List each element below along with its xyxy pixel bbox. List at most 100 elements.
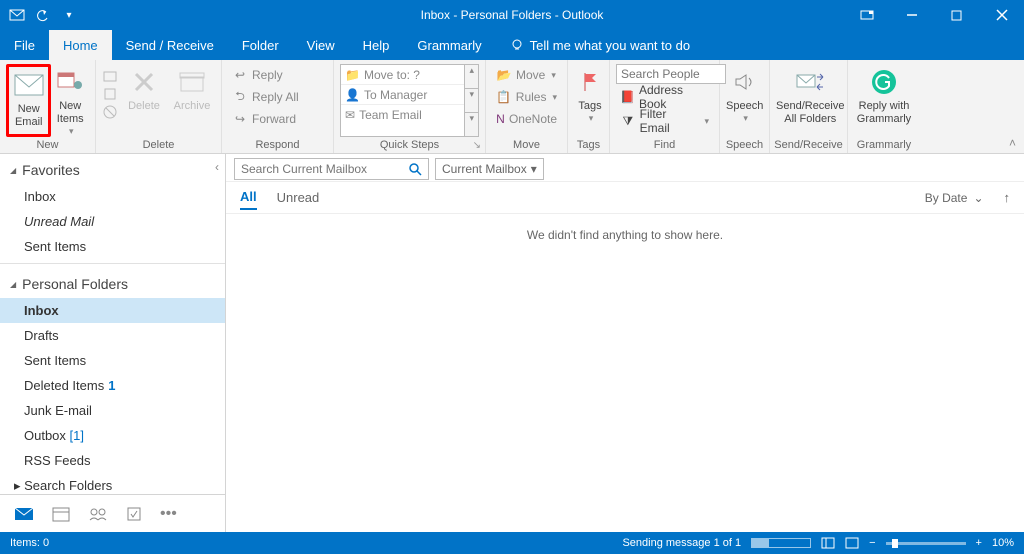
qs-more[interactable]: ▾ <box>465 112 478 136</box>
lightbulb-icon <box>510 38 524 52</box>
filter-email-button[interactable]: ⧩Filter Email <box>616 110 713 132</box>
nav-more-icon[interactable]: ••• <box>160 505 177 523</box>
pf-search-folders[interactable]: ▸ Search Folders <box>0 473 225 494</box>
menu-help[interactable]: Help <box>349 30 404 60</box>
search-input[interactable] <box>235 162 402 176</box>
menu-grammarly[interactable]: Grammarly <box>403 30 495 60</box>
title-bar: ▾ Inbox - Personal Folders - Outlook <box>0 0 1024 30</box>
group-label-find: Find <box>610 137 719 153</box>
menu-folder[interactable]: Folder <box>228 30 293 60</box>
app-icon <box>8 6 26 24</box>
speech-button[interactable]: Speech <box>726 64 763 137</box>
flag-icon <box>574 66 606 98</box>
fav-sent[interactable]: Sent Items <box>0 234 225 259</box>
fav-unread[interactable]: Unread Mail <box>0 209 225 234</box>
people-view-icon[interactable] <box>88 507 108 521</box>
send-receive-all-button[interactable]: Send/Receive All Folders <box>776 64 845 137</box>
status-items: Items: 0 <box>10 537 49 549</box>
menu-bar: File Home Send / Receive Folder View Hel… <box>0 30 1024 60</box>
tell-me[interactable]: Tell me what you want to do <box>496 30 704 60</box>
qs-team-email[interactable]: ✉Team Email <box>341 105 464 125</box>
search-icon[interactable] <box>402 162 428 176</box>
minimize-folder-pane-icon[interactable]: ‹ <box>215 160 219 174</box>
reply-icon: ↩ <box>232 67 248 83</box>
onenote-button[interactable]: NOneNote <box>492 108 561 130</box>
status-bar: Items: 0 Sending message 1 of 1 − + 10% <box>0 532 1024 554</box>
tags-button[interactable]: Tags <box>574 64 606 137</box>
qat-undo-icon[interactable] <box>34 6 52 24</box>
progress-bar <box>751 538 811 548</box>
archive-button[interactable]: Archive <box>170 64 214 137</box>
junk-icon[interactable] <box>102 104 118 120</box>
pf-deleted[interactable]: Deleted Items1 <box>0 373 225 398</box>
collapse-ribbon-icon[interactable]: ˄ <box>1009 136 1016 150</box>
pf-rss[interactable]: RSS Feeds <box>0 448 225 473</box>
qs-move-to[interactable]: 📁Move to: ? <box>341 65 464 85</box>
forward-icon: ↪ <box>232 111 248 127</box>
new-email-button[interactable]: New Email <box>6 64 51 137</box>
pf-sent[interactable]: Sent Items <box>0 348 225 373</box>
ribbon: New Email New Items New Delete <box>0 60 1024 154</box>
rules-button[interactable]: 📋Rules <box>492 86 561 108</box>
zoom-out-icon[interactable]: − <box>869 537 875 549</box>
move-icon: 📂 <box>496 67 512 83</box>
menu-view[interactable]: View <box>293 30 349 60</box>
view-reading-icon[interactable] <box>845 537 859 549</box>
sort-by-date[interactable]: By Date⌄ <box>925 191 984 205</box>
envelope-icon <box>13 69 45 101</box>
minimize-button[interactable] <box>889 0 934 30</box>
zoom-in-icon[interactable]: + <box>976 537 982 549</box>
reply-all-button[interactable]: ⮌Reply All <box>228 86 327 108</box>
favorites-header[interactable]: Favorites <box>0 154 225 184</box>
funnel-icon: ⧩ <box>620 113 636 129</box>
pf-junk[interactable]: Junk E-mail <box>0 398 225 423</box>
qat-customize-icon[interactable]: ▾ <box>60 6 78 24</box>
team-icon: ✉ <box>345 108 355 122</box>
ignore-icon[interactable] <box>102 68 118 84</box>
search-people-input[interactable] <box>616 64 726 84</box>
reply-button[interactable]: ↩Reply <box>228 64 327 86</box>
delete-button[interactable]: Delete <box>122 64 166 137</box>
move-button[interactable]: 📂Move <box>492 64 561 86</box>
calendar-view-icon[interactable] <box>52 506 70 522</box>
new-items-button[interactable]: New Items <box>51 64 89 137</box>
sort-direction-icon[interactable]: ↑ <box>1004 190 1011 205</box>
status-sending: Sending message 1 of 1 <box>622 537 741 549</box>
forward-button[interactable]: ↪Forward <box>228 108 327 130</box>
reply-grammarly-button[interactable]: Reply with Grammarly <box>854 64 914 137</box>
dialog-launcher-icon[interactable]: ↘ <box>473 140 481 151</box>
pf-outbox[interactable]: Outbox [1] <box>0 423 225 448</box>
qs-to-manager[interactable]: 👤To Manager <box>341 85 464 105</box>
qs-scroll-down[interactable]: ▾ <box>465 88 478 112</box>
cleanup-icon[interactable] <box>102 86 118 102</box>
send-receive-icon <box>794 66 826 98</box>
group-label-speech: Speech <box>720 137 769 153</box>
fav-inbox[interactable]: Inbox <box>0 184 225 209</box>
group-label-delete: Delete <box>96 137 221 153</box>
ribbon-options-button[interactable] <box>844 0 889 30</box>
menu-home[interactable]: Home <box>49 30 112 60</box>
search-current-mailbox[interactable] <box>234 158 429 180</box>
address-book-button[interactable]: 📕Address Book <box>616 86 713 108</box>
maximize-button[interactable] <box>934 0 979 30</box>
personal-folders-header[interactable]: Personal Folders <box>0 268 225 298</box>
menu-file[interactable]: File <box>0 30 49 60</box>
calendar-people-icon <box>54 66 86 98</box>
zoom-slider[interactable] <box>886 542 966 545</box>
search-scope-dropdown[interactable]: Current Mailbox▾ <box>435 158 544 180</box>
qs-scroll-up[interactable]: ▴ <box>465 65 478 88</box>
close-button[interactable] <box>979 0 1024 30</box>
folder-pane: ‹ Favorites Inbox Unread Mail Sent Items… <box>0 154 226 532</box>
tasks-view-icon[interactable] <box>126 506 142 522</box>
nav-switch-bar: ••• <box>0 494 225 532</box>
filter-all[interactable]: All <box>240 185 257 210</box>
menu-send-receive[interactable]: Send / Receive <box>112 30 228 60</box>
filter-unread[interactable]: Unread <box>277 186 320 209</box>
pf-drafts[interactable]: Drafts <box>0 323 225 348</box>
group-label-move: Move <box>486 137 567 153</box>
mail-view-icon[interactable] <box>14 507 34 521</box>
quick-steps-gallery[interactable]: 📁Move to: ? 👤To Manager ✉Team Email <box>340 64 465 137</box>
view-normal-icon[interactable] <box>821 537 835 549</box>
grammarly-icon <box>868 66 900 98</box>
pf-inbox[interactable]: Inbox <box>0 298 225 323</box>
